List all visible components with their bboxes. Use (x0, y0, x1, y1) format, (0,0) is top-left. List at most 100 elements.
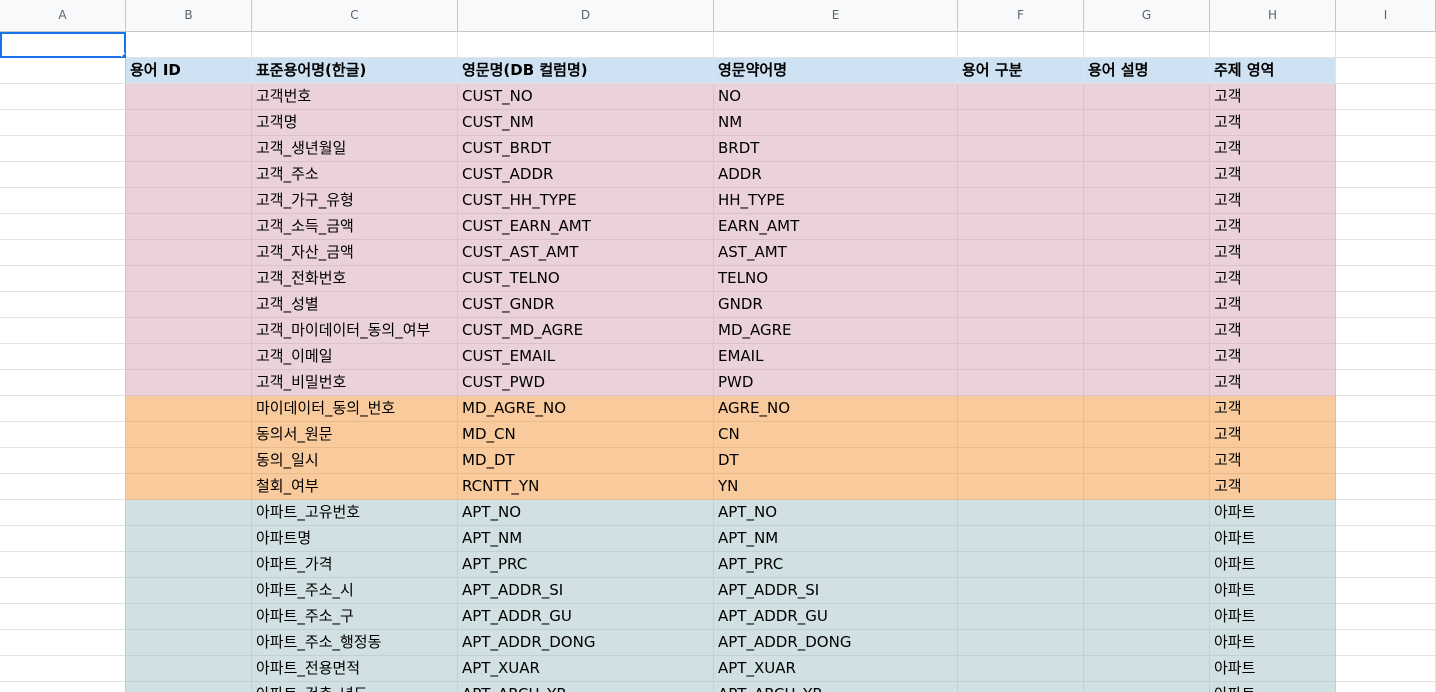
cell[interactable] (0, 344, 126, 370)
cell[interactable] (1210, 32, 1336, 58)
cell[interactable] (1336, 188, 1436, 214)
cell[interactable] (1336, 240, 1436, 266)
cell[interactable] (0, 162, 126, 188)
subject-area-cell[interactable]: 고객 (1210, 214, 1336, 240)
column-header-d[interactable]: D (458, 0, 714, 32)
cell[interactable] (0, 370, 126, 396)
term-type-cell[interactable] (958, 500, 1084, 526)
std-term-kr-cell[interactable]: 고객_비밀번호 (252, 370, 458, 396)
eng-db-col-cell[interactable]: CUST_TELNO (458, 266, 714, 292)
term-type-cell[interactable] (958, 162, 1084, 188)
std-term-kr-cell[interactable]: 고객_가구_유형 (252, 188, 458, 214)
cell[interactable] (1336, 344, 1436, 370)
cell[interactable] (1336, 32, 1436, 58)
std-term-kr-cell[interactable]: 고객명 (252, 110, 458, 136)
term-id-cell[interactable] (126, 448, 252, 474)
std-term-kr-cell[interactable]: 고객_이메일 (252, 344, 458, 370)
subject-area-cell[interactable]: 아파트 (1210, 656, 1336, 682)
cell[interactable] (1336, 84, 1436, 110)
cell[interactable] (1336, 630, 1436, 656)
cell[interactable] (0, 656, 126, 682)
cell[interactable] (0, 318, 126, 344)
std-term-kr-cell[interactable]: 아파트_주소_구 (252, 604, 458, 630)
term-desc-cell[interactable] (1084, 214, 1210, 240)
eng-abbr-cell[interactable]: APT_NM (714, 526, 958, 552)
std-term-kr-cell[interactable]: 아파트_전용면적 (252, 656, 458, 682)
subject-area-cell[interactable]: 고객 (1210, 396, 1336, 422)
term-type-cell[interactable] (958, 682, 1084, 692)
cell[interactable] (0, 526, 126, 552)
subject-area-cell[interactable]: 고객 (1210, 266, 1336, 292)
eng-db-col-cell[interactable]: RCNTT_YN (458, 474, 714, 500)
term-id-cell[interactable] (126, 396, 252, 422)
eng-db-col-cell[interactable]: APT_ADDR_DONG (458, 630, 714, 656)
cell[interactable] (0, 422, 126, 448)
eng-db-col-cell[interactable]: CUST_MD_AGRE (458, 318, 714, 344)
subject-area-cell[interactable]: 고객 (1210, 344, 1336, 370)
term-desc-cell[interactable] (1084, 318, 1210, 344)
header-term-desc[interactable]: 용어 설명 (1084, 58, 1210, 84)
std-term-kr-cell[interactable]: 아파트_가격 (252, 552, 458, 578)
cell[interactable] (0, 552, 126, 578)
subject-area-cell[interactable]: 고객 (1210, 110, 1336, 136)
std-term-kr-cell[interactable]: 아파트_주소_시 (252, 578, 458, 604)
term-id-cell[interactable] (126, 292, 252, 318)
eng-db-col-cell[interactable]: APT_ADDR_GU (458, 604, 714, 630)
term-type-cell[interactable] (958, 630, 1084, 656)
eng-db-col-cell[interactable]: CUST_AST_AMT (458, 240, 714, 266)
header-eng-db-col[interactable]: 영문명(DB 컬럼명) (458, 58, 714, 84)
cell[interactable] (1336, 500, 1436, 526)
cell[interactable] (458, 32, 714, 58)
cell[interactable] (1336, 682, 1436, 692)
term-type-cell[interactable] (958, 578, 1084, 604)
term-id-cell[interactable] (126, 370, 252, 396)
cell[interactable] (0, 396, 126, 422)
eng-db-col-cell[interactable]: CUST_NM (458, 110, 714, 136)
std-term-kr-cell[interactable]: 고객_전화번호 (252, 266, 458, 292)
eng-abbr-cell[interactable]: NM (714, 110, 958, 136)
subject-area-cell[interactable]: 아파트 (1210, 526, 1336, 552)
cell[interactable] (0, 266, 126, 292)
cell[interactable] (0, 578, 126, 604)
cell[interactable] (0, 292, 126, 318)
term-type-cell[interactable] (958, 448, 1084, 474)
subject-area-cell[interactable]: 고객 (1210, 448, 1336, 474)
term-type-cell[interactable] (958, 110, 1084, 136)
term-id-cell[interactable] (126, 318, 252, 344)
cell[interactable] (1336, 656, 1436, 682)
term-id-cell[interactable] (126, 500, 252, 526)
subject-area-cell[interactable]: 고객 (1210, 370, 1336, 396)
cell[interactable] (0, 136, 126, 162)
cell[interactable] (126, 32, 252, 58)
term-id-cell[interactable] (126, 474, 252, 500)
header-term-type[interactable]: 용어 구분 (958, 58, 1084, 84)
term-type-cell[interactable] (958, 474, 1084, 500)
subject-area-cell[interactable]: 고객 (1210, 188, 1336, 214)
eng-db-col-cell[interactable]: APT_NO (458, 500, 714, 526)
term-type-cell[interactable] (958, 292, 1084, 318)
std-term-kr-cell[interactable]: 아파트_주소_행정동 (252, 630, 458, 656)
eng-abbr-cell[interactable]: EMAIL (714, 344, 958, 370)
term-desc-cell[interactable] (1084, 630, 1210, 656)
cell[interactable] (0, 500, 126, 526)
cell[interactable] (1336, 58, 1436, 84)
term-id-cell[interactable] (126, 578, 252, 604)
subject-area-cell[interactable]: 아파트 (1210, 500, 1336, 526)
eng-abbr-cell[interactable]: MD_AGRE (714, 318, 958, 344)
subject-area-cell[interactable]: 고객 (1210, 84, 1336, 110)
term-id-cell[interactable] (126, 604, 252, 630)
cell[interactable] (0, 474, 126, 500)
term-id-cell[interactable] (126, 162, 252, 188)
term-id-cell[interactable] (126, 422, 252, 448)
header-std-term-kr[interactable]: 표준용어명(한글) (252, 58, 458, 84)
eng-abbr-cell[interactable]: CN (714, 422, 958, 448)
cell[interactable] (1336, 318, 1436, 344)
subject-area-cell[interactable]: 아파트 (1210, 630, 1336, 656)
header-term-id[interactable]: 용어 ID (126, 58, 252, 84)
std-term-kr-cell[interactable]: 고객_소득_금액 (252, 214, 458, 240)
cell[interactable] (252, 32, 458, 58)
term-type-cell[interactable] (958, 318, 1084, 344)
column-header-i[interactable]: I (1336, 0, 1436, 32)
eng-abbr-cell[interactable]: PWD (714, 370, 958, 396)
eng-db-col-cell[interactable]: APT_XUAR (458, 656, 714, 682)
